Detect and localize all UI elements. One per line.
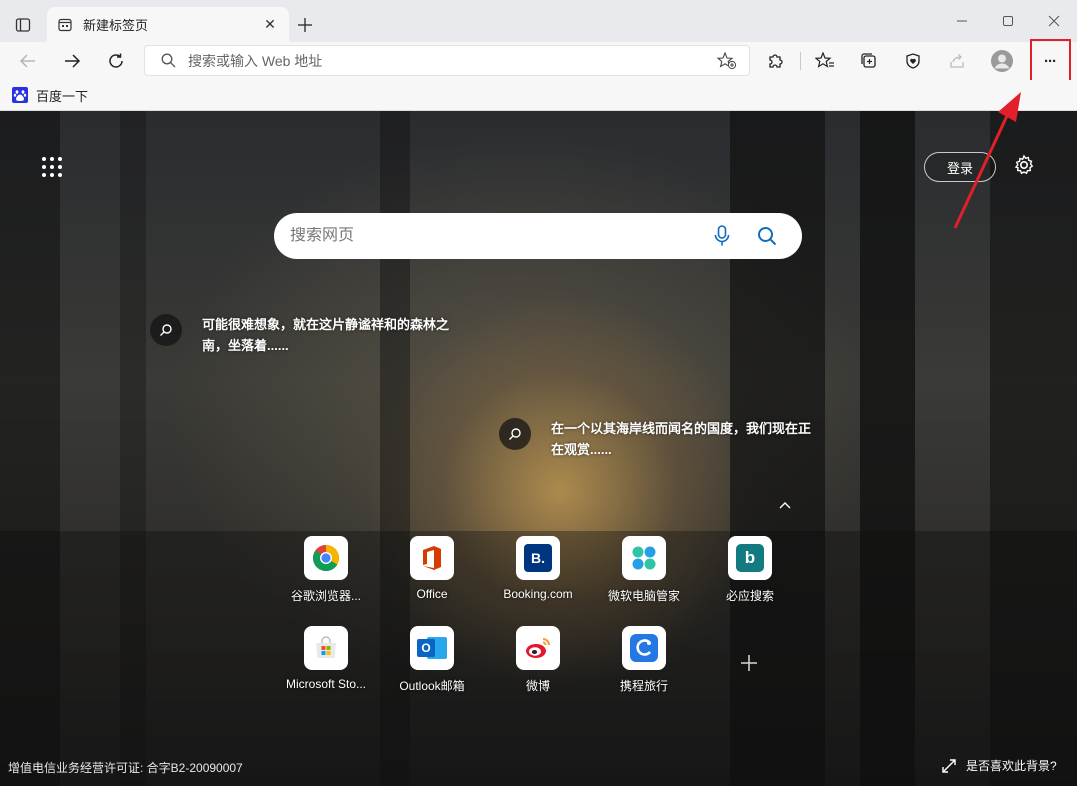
web-search-submit-button[interactable] xyxy=(754,223,780,249)
quick-link-tile[interactable]: 携程旅行 xyxy=(599,626,689,694)
heart-shield-icon xyxy=(906,53,920,69)
ctrip-icon xyxy=(622,626,666,670)
image-hotspot[interactable]: 可能很难想象，就在这片静谧祥和的森林之南，坐落着...... xyxy=(150,314,464,356)
tab-close-button[interactable]: ✕ xyxy=(261,16,279,34)
tile-label: Microsoft Sto... xyxy=(285,677,367,691)
share-button[interactable] xyxy=(941,45,973,77)
quick-link-tile[interactable]: Microsoft Sto... xyxy=(281,626,371,691)
favorites-button[interactable] xyxy=(809,45,841,77)
quick-link-tile[interactable]: B. Booking.com xyxy=(493,536,583,601)
voice-search-button[interactable] xyxy=(710,224,734,248)
expand-icon xyxy=(942,758,956,773)
puzzle-icon xyxy=(769,54,783,68)
new-tab-page: 登录 可能很难想象，就在这片静谧祥和的森林之南，坐落着...... 在一个以其海… xyxy=(0,111,1077,786)
address-input[interactable] xyxy=(188,52,708,69)
booking-icon: B. xyxy=(516,536,560,580)
app-launcher-button[interactable] xyxy=(38,153,66,181)
office-icon xyxy=(410,536,454,580)
back-button[interactable] xyxy=(12,45,44,77)
browser-essentials-button[interactable] xyxy=(897,45,929,77)
profile-button[interactable] xyxy=(986,45,1018,77)
image-hotspot[interactable]: 在一个以其海岸线而闻名的国度，我们现在正在观赏...... xyxy=(499,418,813,460)
pc-manager-icon xyxy=(622,536,666,580)
microphone-icon xyxy=(714,225,730,246)
collections-icon xyxy=(861,53,876,68)
login-button[interactable]: 登录 xyxy=(924,152,996,182)
back-arrow-icon xyxy=(19,54,35,68)
navigation-toolbar: ··· xyxy=(0,42,1077,80)
favorites-star-icon xyxy=(815,52,834,68)
close-icon xyxy=(1048,15,1060,27)
quick-link-tile[interactable]: Office xyxy=(387,536,477,601)
chevron-up-icon xyxy=(779,502,791,509)
web-search-box[interactable] xyxy=(274,213,802,259)
bing-icon: b xyxy=(728,536,772,580)
tile-label: 微博 xyxy=(525,679,550,693)
tile-label: 携程旅行 xyxy=(619,679,668,693)
new-tab-page-icon xyxy=(57,17,73,33)
title-bar: 新建标签页 ✕ xyxy=(0,0,1077,42)
chrome-icon xyxy=(304,536,348,580)
weibo-icon xyxy=(516,626,560,670)
add-favorite-button[interactable] xyxy=(716,51,737,75)
quick-link-tile[interactable]: O Outlook邮箱 xyxy=(387,626,477,694)
web-search-input[interactable] xyxy=(290,227,690,245)
extensions-button[interactable] xyxy=(760,45,792,77)
tile-label: Office xyxy=(416,587,448,601)
annotation-highlight-box xyxy=(1030,39,1071,84)
tile-label: Booking.com xyxy=(503,587,573,601)
baidu-paw-icon xyxy=(12,87,28,103)
forward-arrow-icon xyxy=(65,54,81,68)
share-icon xyxy=(950,54,964,68)
refresh-button[interactable] xyxy=(100,45,132,77)
background-feedback-button[interactable]: 是否喜欢此背景? xyxy=(942,757,1057,774)
tab-new-tab[interactable]: 新建标签页 ✕ xyxy=(47,7,289,42)
outlook-icon: O xyxy=(410,626,454,670)
favorite-label: 百度一下 xyxy=(36,88,89,104)
favorites-bar: 百度一下 xyxy=(0,80,1077,111)
address-bar[interactable] xyxy=(144,45,750,76)
favorite-item-baidu[interactable]: 百度一下 xyxy=(12,84,88,106)
tile-label: Outlook邮箱 xyxy=(399,679,465,693)
tile-label: 必应搜索 xyxy=(725,589,774,603)
tab-actions-menu[interactable] xyxy=(8,10,38,40)
quick-link-tile[interactable]: 微博 xyxy=(493,626,583,694)
background-feedback-label: 是否喜欢此背景? xyxy=(966,759,1057,773)
gear-icon xyxy=(1014,154,1034,175)
hotspot-caption: 在一个以其海岸线而闻名的国度，我们现在正在观赏...... xyxy=(551,421,812,457)
new-tab-button[interactable] xyxy=(292,12,318,38)
quick-link-tile[interactable]: 谷歌浏览器... xyxy=(281,536,371,604)
search-icon xyxy=(161,53,176,68)
plus-icon xyxy=(741,655,757,671)
search-icon xyxy=(758,227,777,246)
add-quick-link-button[interactable] xyxy=(734,648,764,678)
tab-title: 新建标签页 xyxy=(83,18,149,33)
quick-link-tile[interactable]: 微软电脑管家 xyxy=(599,536,689,604)
hotspot-caption: 可能很难想象，就在这片静谧祥和的森林之南，坐落着...... xyxy=(202,317,450,353)
tile-label: 谷歌浏览器... xyxy=(290,589,361,603)
page-settings-button[interactable] xyxy=(1010,151,1038,179)
forward-button[interactable] xyxy=(56,45,88,77)
refresh-icon xyxy=(109,53,123,68)
hotspot-search-icon xyxy=(499,418,531,450)
close-window-button[interactable] xyxy=(1038,8,1070,34)
minimize-icon xyxy=(957,20,967,22)
collapse-quick-links-button[interactable] xyxy=(776,497,794,513)
collections-button[interactable] xyxy=(853,45,885,77)
tab-actions-icon xyxy=(15,18,31,32)
maximize-button[interactable] xyxy=(992,8,1024,34)
hotspot-search-icon xyxy=(150,314,182,346)
avatar-icon xyxy=(991,50,1013,72)
plus-icon xyxy=(298,18,312,32)
ms-store-icon xyxy=(304,626,348,670)
license-text[interactable]: 增值电信业务经营许可证: 合字B2-20090007 xyxy=(8,759,243,776)
minimize-button[interactable] xyxy=(946,8,978,34)
quick-link-tile[interactable]: b 必应搜索 xyxy=(705,536,795,604)
star-add-icon xyxy=(716,51,737,70)
tile-label: 微软电脑管家 xyxy=(607,589,680,603)
toolbar-divider xyxy=(800,52,801,70)
maximize-icon xyxy=(1003,16,1013,26)
